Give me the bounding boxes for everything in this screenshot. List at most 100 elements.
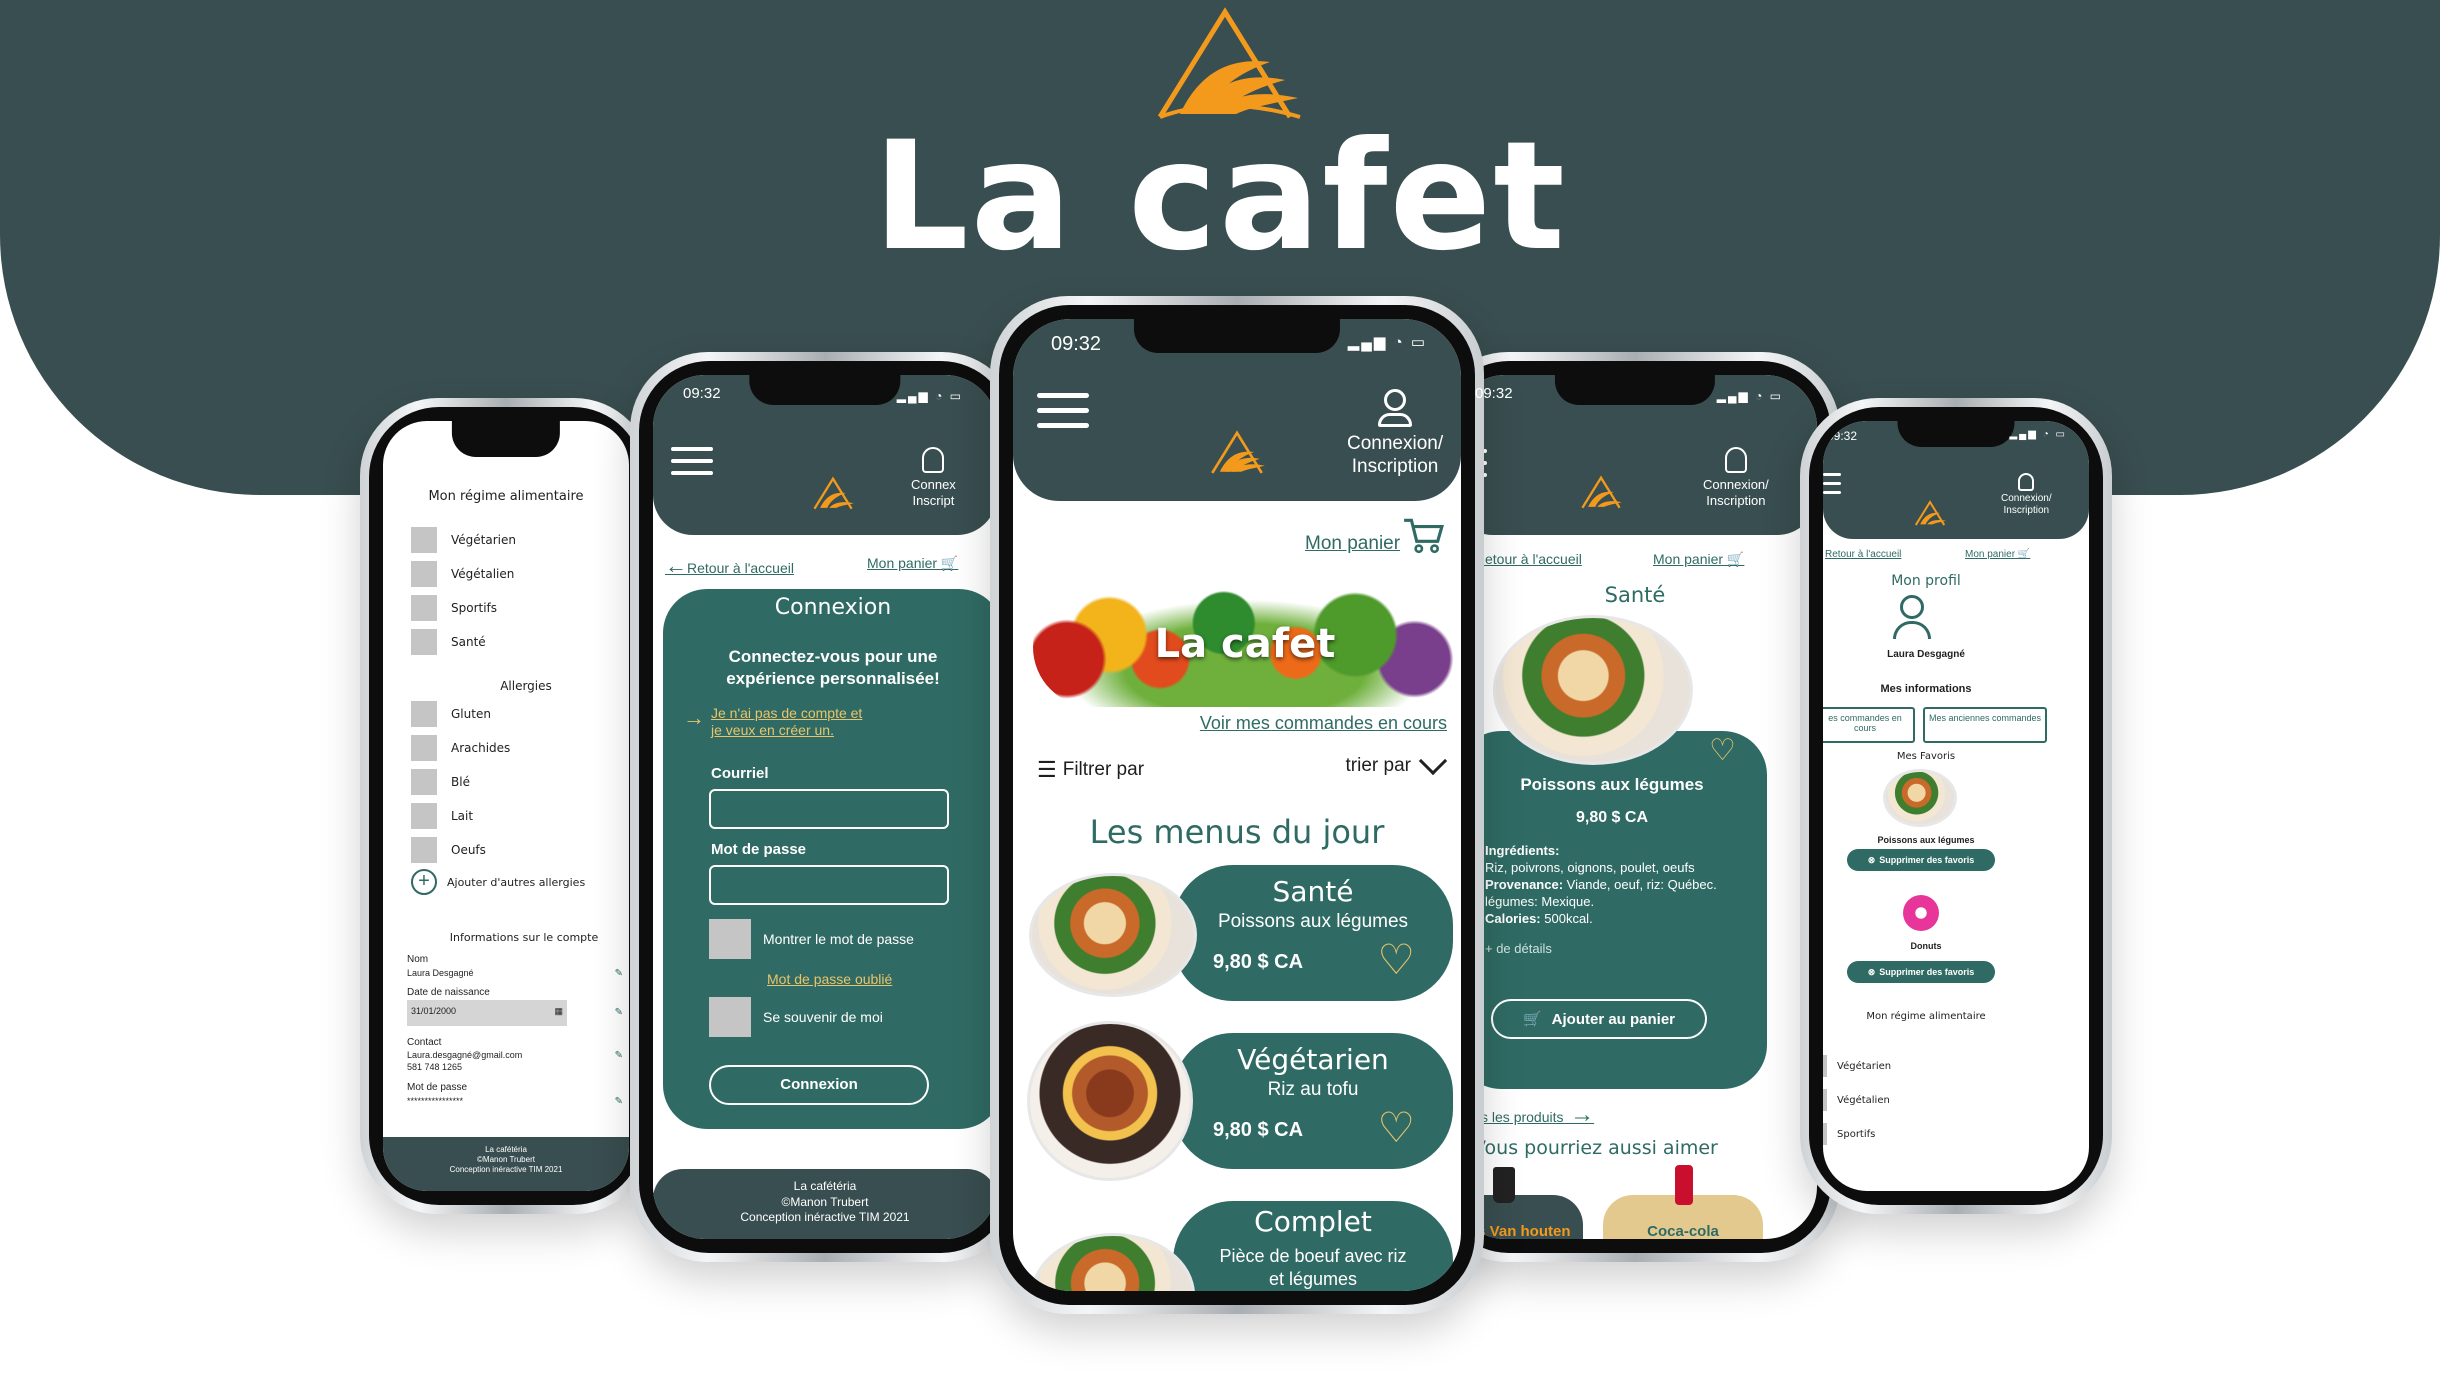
remember-me-toggle[interactable]: Se souvenir de moi [709,997,883,1037]
status-icons: ▂▄▆ ◔ ▭ [1716,389,1783,403]
menu-icon[interactable] [1823,473,1841,504]
diet-option[interactable]: Sportifs [1823,1117,1891,1151]
favorite-heart-icon[interactable]: ♡ [1709,733,1736,768]
add-allergies-button[interactable]: + Ajouter d'autres allergies [411,867,585,897]
edit-icon[interactable]: ✎ [615,1095,623,1109]
menu-category: Complet [1254,1205,1372,1238]
cart-link[interactable]: Mon panier 🛒 [1653,551,1744,568]
status-time: 09:32 [1475,385,1513,402]
checkbox[interactable] [411,735,437,761]
suggestions-title: Vous pourriez aussi aimer [1473,1137,1718,1159]
allergy-option[interactable]: Arachides [411,731,585,765]
favorite-name: Poissons aux légumes [1877,835,1975,845]
checkbox[interactable] [411,837,437,863]
status-icons: ▂▄▆ ◔ ▭ [896,389,963,403]
status-icons: ▂▄▆ ◔ ▭ [2009,429,2067,440]
cart-icon: 🛒 [1723,551,1745,567]
email-field[interactable] [709,789,949,829]
orders-link[interactable]: Voir mes commandes en cours [1200,713,1447,734]
allergy-option[interactable]: Lait [411,799,585,833]
book-logo-icon [1581,475,1622,509]
profile-title: Mon profil [1891,573,1961,589]
tab-old-orders[interactable]: Mes anciennes commandes [1923,707,2047,743]
sort-button[interactable]: trier par [1346,746,1448,777]
arrow-left-icon: ← [665,553,687,578]
edit-icon[interactable]: ✎ [615,967,623,981]
allergy-option[interactable]: Blé [411,765,585,799]
cart-link[interactable]: Mon panier 🛒 [867,555,958,572]
favorite-image [1883,769,1957,827]
favorite-heart-icon[interactable]: ♡ [1377,935,1415,984]
login-submit-button[interactable]: Connexion [709,1065,929,1105]
contact-email: Laura.desgagné@gmail.com [407,1050,523,1060]
checkbox[interactable] [411,803,437,829]
menu-card[interactable]: Végétarien Riz au tofu 9,80 $ CA ♡ [1173,1033,1453,1169]
account-button[interactable]: Connex Inscript [911,447,956,508]
checkbox[interactable] [411,595,437,621]
arrow-right-icon: → [683,705,705,730]
profile-user-name: Laura Desgagné [1887,649,1965,660]
checkbox[interactable] [411,769,437,795]
checkbox[interactable] [709,997,751,1037]
diet-option[interactable]: Végétalien [411,557,516,591]
diet-option[interactable]: Végétalien [1823,1083,1891,1117]
phone-product: 09:32 ▂▄▆ ◔ ▭ Connexion/ Inscription ← R… [1430,352,1840,1262]
birthdate-field[interactable]: 31/01/2000 ▦ [407,999,567,1026]
account-button[interactable]: Connexion/ Inscription [1347,389,1443,479]
checkbox[interactable] [1823,1123,1827,1145]
checkbox[interactable] [411,527,437,553]
status-time: 09:32 [1827,429,1858,443]
tab-current-orders[interactable]: es commandes en cours [1823,707,1915,743]
product-price: 9,80 $ CA [1575,809,1649,826]
account-button[interactable]: Connexion/ Inscription [1703,447,1769,508]
checkbox[interactable] [411,561,437,587]
coffee-cup-icon [1493,1167,1515,1203]
menu-card[interactable]: Santé Poissons aux légumes 9,80 $ CA ♡ [1173,865,1453,1001]
hero-title: La cafet [1154,621,1336,667]
soda-can-icon [1675,1165,1693,1205]
back-link[interactable]: Retour à l'accueil [1825,549,1901,560]
more-details-link[interactable]: + de détails [1485,941,1735,958]
allergy-option[interactable]: Oeufs [411,833,585,867]
account-button[interactable]: Connexion/ Inscription [2001,473,2052,517]
menu-icon[interactable] [1037,393,1089,438]
diet-option[interactable]: Végétarien [411,523,516,557]
checkbox[interactable] [1823,1089,1827,1111]
diet-option[interactable]: Sportifs [411,591,516,625]
diet-option[interactable]: Santé [411,625,516,659]
forgot-password-link[interactable]: Mot de passe oublié [767,971,892,987]
remove-favorite-button[interactable]: ⊗ Supprimer des favoris [1847,961,1995,983]
menu-card[interactable]: Complet Pièce de boeuf avec riz et légum… [1173,1201,1453,1291]
remove-favorite-button[interactable]: ⊗ Supprimer des favoris [1847,849,1995,871]
book-logo-icon [1157,7,1301,119]
add-to-cart-button[interactable]: 🛒 Ajouter au panier [1491,999,1707,1039]
checkbox[interactable] [1823,1055,1827,1077]
status-time: 09:32 [683,385,721,402]
create-account-link[interactable]: → Je n'ai pas de compte et je veux en cré… [683,705,862,739]
edit-icon[interactable]: ✎ [615,1006,623,1020]
back-link[interactable]: ←Retour à l'accueil [665,553,794,579]
edit-icon[interactable]: ✎ [615,1049,623,1073]
filter-button[interactable]: ☰ Filtrer par [1037,757,1144,783]
cart-link[interactable]: Mon panier [1305,515,1445,555]
menu-category: Santé [1272,875,1354,908]
checkbox[interactable] [709,919,751,959]
plus-circle-icon: + [411,869,437,895]
allergy-option[interactable]: Gluten [411,697,585,731]
favorite-name: Donuts [1910,941,1942,951]
diet-option[interactable]: Végétarien [1823,1049,1891,1083]
diet-options: Végétarien Végétalien Sportifs Santé [411,523,516,659]
book-logo-icon [1914,500,1946,526]
product-details: Ingrédients: Riz, poivrons, oignons, pou… [1485,843,1735,958]
favorite-heart-icon[interactable]: ♡ [1377,1103,1415,1152]
show-password-toggle[interactable]: Montrer le mot de passe [709,919,914,959]
menu-icon[interactable] [671,447,713,485]
checkbox[interactable] [411,629,437,655]
cart-link[interactable]: Mon panier 🛒 [1965,549,2030,560]
name-value: Laura Desgagné [407,967,474,978]
password-field[interactable] [709,865,949,905]
menus-section-title: Les menus du jour [1089,813,1385,851]
status-icons: ▂▄▆ ◔ ▭ [1347,334,1427,351]
footer: La cafétéria ©Manon Trubert Conception i… [383,1137,629,1191]
checkbox[interactable] [411,701,437,727]
